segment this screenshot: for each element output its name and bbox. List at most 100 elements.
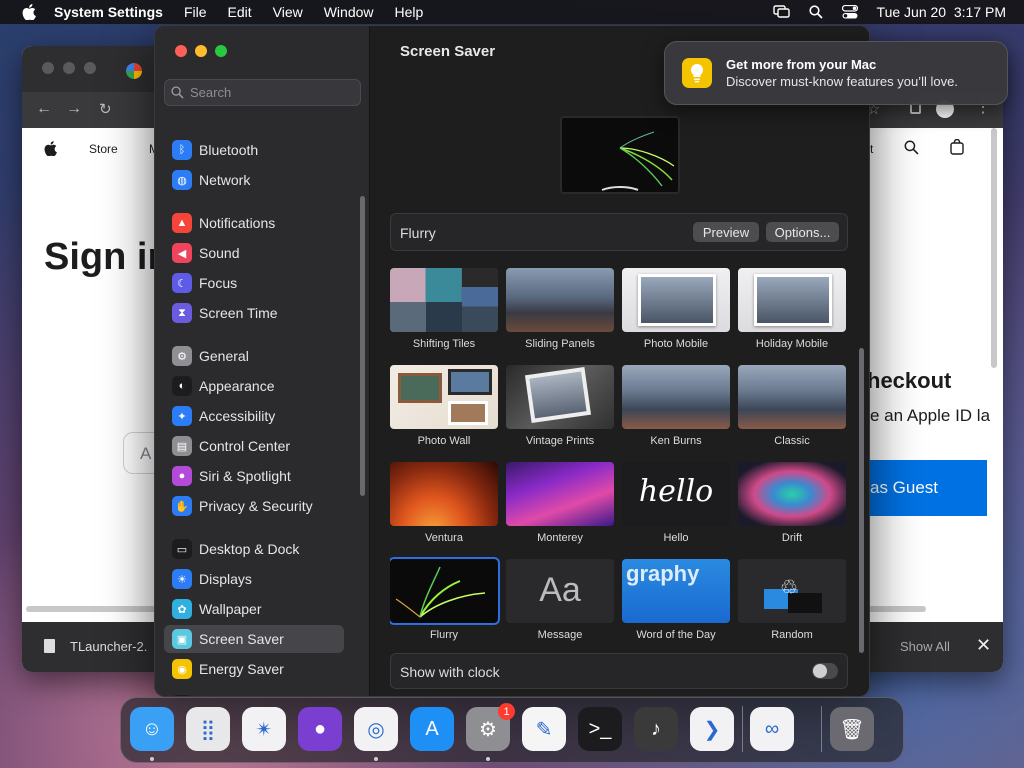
- sidebar-item-network[interactable]: ◍ Network: [164, 166, 344, 194]
- sidebar-item-focus[interactable]: ☾ Focus: [164, 269, 344, 297]
- terminal-icon[interactable]: >_: [578, 707, 622, 751]
- saver-label: Random: [771, 629, 813, 641]
- menu-window[interactable]: Window: [324, 4, 374, 20]
- sidebar-item-label: Energy Saver: [199, 661, 284, 677]
- sidebar-item-label: Accessibility: [199, 408, 276, 424]
- show-all-button[interactable]: Show All: [900, 639, 950, 654]
- sidebar-item-wallpaper[interactable]: ✿ Wallpaper: [164, 595, 344, 623]
- settings-sidebar: Search ᛒ Bluetooth ◍ Network ▲ Notifications ◀…: [155, 26, 370, 696]
- sidebar-item-privacy-security[interactable]: ✋ Privacy & Security: [164, 492, 344, 520]
- options-button[interactable]: Options...: [766, 222, 839, 242]
- saver-label: Flurry: [429, 629, 459, 641]
- running-indicator: [374, 757, 378, 761]
- saver-tile-photo-wall[interactable]: Photo Wall: [390, 365, 498, 447]
- sidebar-scrollbar[interactable]: [360, 196, 365, 496]
- close-window-button[interactable]: [175, 45, 187, 57]
- zoom-window-button[interactable]: [215, 45, 227, 57]
- spotlight-search-icon[interactable]: [808, 5, 823, 19]
- menu-view[interactable]: View: [273, 4, 303, 20]
- textedit-icon[interactable]: ✎: [522, 707, 566, 751]
- sidebar-item-energy-saver[interactable]: ◉ Energy Saver: [164, 655, 344, 683]
- saver-tile-drift[interactable]: Drift: [738, 462, 846, 544]
- traffic-lights: [175, 45, 227, 57]
- saver-tile-hello[interactable]: hello Hello: [622, 462, 730, 544]
- show-with-clock-toggle[interactable]: [812, 663, 838, 679]
- menu-help[interactable]: Help: [395, 4, 424, 20]
- saver-thumbnail: [390, 268, 498, 332]
- saver-tile-ventura[interactable]: Ventura: [390, 462, 498, 544]
- sidebar-item-general[interactable]: ⚙ General: [164, 342, 344, 370]
- sidebar-item-notifications[interactable]: ▲ Notifications: [164, 209, 344, 237]
- saver-thumbnail-text: Aa: [539, 571, 581, 609]
- saver-label: Monterey: [537, 532, 583, 544]
- download-filename[interactable]: TLauncher-2.: [70, 639, 147, 654]
- nav-link-right-partial[interactable]: t: [870, 142, 873, 156]
- launchpad-icon[interactable]: ⣿: [186, 707, 230, 751]
- firefox-icon[interactable]: ●: [298, 707, 342, 751]
- menu-bar: System Settings File Edit View Window He…: [0, 0, 1024, 24]
- menu-clock[interactable]: Tue Jun 20 3:17 PM: [877, 4, 1006, 20]
- saver-tile-monterey[interactable]: Monterey: [506, 462, 614, 544]
- saver-tile-ken-burns[interactable]: Ken Burns: [622, 365, 730, 447]
- sidebar-item-appearance[interactable]: ◐ Appearance: [164, 372, 344, 400]
- saver-label: Photo Wall: [417, 435, 471, 447]
- saver-thumbnail-text: hello: [638, 474, 714, 509]
- apple-id-text: e an Apple ID la: [870, 406, 991, 425]
- site-search-icon[interactable]: [904, 140, 919, 158]
- sidebar-item-control-center[interactable]: ▤ Control Center: [164, 432, 344, 460]
- close-downloads-icon[interactable]: ✕: [976, 635, 991, 656]
- saver-tile-sliding-panels[interactable]: Sliding Panels: [506, 268, 614, 350]
- screen-saver-preview: [560, 116, 680, 194]
- sidebar-item-screen-time[interactable]: ⧗ Screen Time: [164, 299, 344, 327]
- menu-edit[interactable]: Edit: [228, 4, 252, 20]
- saver-tile-vintage-prints[interactable]: Vintage Prints: [506, 365, 614, 447]
- saver-thumbnail: [506, 268, 614, 332]
- preview-button[interactable]: Preview: [693, 222, 759, 242]
- sidebar-item-displays[interactable]: ☀ Displays: [164, 565, 344, 593]
- nav-store-link[interactable]: Store: [89, 142, 118, 156]
- settings-search-field[interactable]: Search: [164, 79, 361, 106]
- vscode-icon[interactable]: ❯: [690, 707, 734, 751]
- browser-vertical-scrollbar[interactable]: [991, 128, 997, 368]
- sidebar-item-sound[interactable]: ◀ Sound: [164, 239, 344, 267]
- chrome-icon[interactable]: ◎: [354, 707, 398, 751]
- garageband-icon[interactable]: ♪: [634, 707, 678, 751]
- saver-tile-random[interactable]: ♲ Random: [738, 559, 846, 641]
- forward-icon[interactable]: →: [66, 100, 82, 118]
- saver-label: Message: [537, 629, 583, 641]
- grid-scrollbar[interactable]: [859, 348, 864, 653]
- apple-menu-icon[interactable]: [18, 4, 40, 20]
- sidebar-item-desktop-dock[interactable]: ▭ Desktop & Dock: [164, 535, 344, 563]
- apple-logo-icon[interactable]: [44, 141, 57, 159]
- sidebar-item-accessibility[interactable]: ✦ Accessibility: [164, 402, 344, 430]
- saver-tile-shifting-tiles[interactable]: Shifting Tiles: [390, 268, 498, 350]
- shopping-bag-icon[interactable]: [950, 138, 964, 158]
- safari-icon[interactable]: ✴: [242, 707, 286, 751]
- menu-file[interactable]: File: [184, 4, 207, 20]
- saver-tile-flurry[interactable]: Flurry: [390, 557, 500, 641]
- visual-studio-icon[interactable]: ∞: [750, 707, 794, 751]
- control-center-icon[interactable]: [841, 5, 858, 19]
- guest-checkout-button[interactable]: as Guest: [852, 460, 987, 516]
- minimize-window-button[interactable]: [195, 45, 207, 57]
- saver-tile-holiday-mobile[interactable]: Holiday Mobile: [738, 268, 846, 350]
- saver-tile-word-of-the-day[interactable]: graphy Word of the Day: [622, 559, 730, 641]
- sidebar-item-screen-saver[interactable]: ▣ Screen Saver: [164, 625, 344, 653]
- screen-mirroring-icon[interactable]: [772, 5, 790, 19]
- sidebar-item-bluetooth[interactable]: ᛒ Bluetooth: [164, 136, 344, 164]
- saver-thumbnail: [506, 365, 614, 429]
- saver-tile-classic[interactable]: Classic: [738, 365, 846, 447]
- back-icon[interactable]: ←: [36, 100, 52, 118]
- app-store-icon[interactable]: A: [410, 707, 454, 751]
- sound-icon: ◀: [172, 243, 192, 263]
- saver-tile-message[interactable]: Aa Message: [506, 559, 614, 641]
- sidebar-item-siri-spotlight[interactable]: ● Siri & Spotlight: [164, 462, 344, 490]
- saver-thumbnail: [390, 462, 498, 526]
- system-settings-window: Search ᛒ Bluetooth ◍ Network ▲ Notifications ◀…: [154, 25, 870, 697]
- saver-tile-photo-mobile[interactable]: Photo Mobile: [622, 268, 730, 350]
- reload-icon[interactable]: ↻: [99, 100, 112, 118]
- finder-icon[interactable]: ☺: [130, 707, 174, 751]
- notification-banner[interactable]: Get more from your Mac Discover must-kno…: [664, 41, 1008, 105]
- trash-icon[interactable]: 🗑: [830, 707, 874, 751]
- menu-app-name[interactable]: System Settings: [54, 4, 163, 20]
